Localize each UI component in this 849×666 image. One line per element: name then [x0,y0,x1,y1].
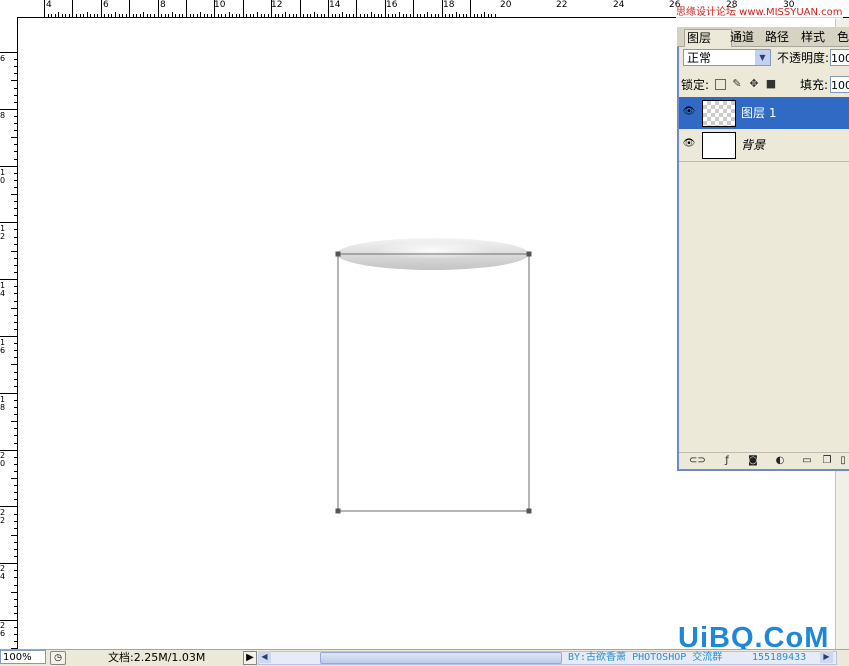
new-group-icon[interactable]: ▭ [800,455,814,467]
ruler-label: 14 [0,281,6,298]
author-credit: BY:古欲香萧 PHOTOSHOP 交流群 [568,652,723,663]
scroll-thumb[interactable] [320,652,562,664]
ruler-label: 12 [0,224,6,241]
tab-color[interactable]: 色 [835,29,849,46]
layer-row-selected[interactable]: 👁 图层 1 [679,97,849,130]
link-icon[interactable]: ⊂⊃ [689,455,706,467]
scroll-right-icon[interactable]: ▶ [820,651,833,663]
fill-input[interactable]: 100 [830,76,849,93]
tab-channels[interactable]: 通道 [728,29,756,46]
ruler-label: 10 [0,168,6,185]
ruler-label: 12 [271,0,283,10]
transform-handle [335,508,341,514]
ruler-label: 6 [103,0,109,10]
ruler-label: 8 [160,0,166,10]
ruler-label: 18 [443,0,455,10]
scroll-left-icon[interactable]: ◀ [258,651,271,663]
document-size-info: 文档:2.25M/1.03M [108,651,206,664]
ruler-label: 20 [0,451,6,468]
ruler-label: 10 [214,0,226,10]
brush-icon[interactable]: ✎ [731,78,743,90]
layer-name: 背景 [741,138,766,152]
trash-icon[interactable]: ▯ [836,455,849,467]
layers-panel [677,27,849,471]
mask-icon[interactable]: ◙ [746,455,760,467]
ruler-label: 24 [613,0,625,10]
opacity-input[interactable]: 100 [830,49,849,66]
layer-name: 图层 1 [741,106,777,120]
ruler-label: 24 [0,564,6,581]
opacity-label: 不透明度: [777,51,830,65]
status-menu-arrow-icon[interactable]: ▶ [243,651,257,665]
tab-layers[interactable]: 图层 [684,29,732,47]
ellipse-highlight [373,242,493,260]
layer-row[interactable]: 👁 背景 [679,129,849,162]
transform-handle [526,251,532,257]
transform-bounding-box [337,253,530,512]
ruler-label: 16 [0,338,6,355]
eye-icon[interactable]: 👁 [682,106,696,118]
adjustment-icon[interactable]: ◐ [773,455,787,467]
new-layer-icon[interactable]: ❐ [820,455,834,467]
left-ruler[interactable]: 6 8 10 12 14 16 18 20 22 24 26 [0,17,18,649]
eye-icon[interactable]: 👁 [682,138,696,150]
site-watermark: 思缘设计论坛 www.MISSYUAN.com [676,7,843,19]
chevron-down-icon[interactable]: ▼ [755,50,770,65]
ruler-label: 22 [0,508,6,525]
ruler-label: 8 [0,111,6,120]
clock-icon[interactable]: ◷ [50,651,66,665]
lock-label: 锁定: [681,78,710,92]
ruler-label: 16 [386,0,398,10]
move-icon[interactable]: ✥ [748,78,760,90]
ruler-label: 22 [556,0,568,10]
transform-handle [335,251,341,257]
zoom-field[interactable]: 100% [0,650,46,664]
group-number: 155189433 [752,652,807,663]
layer-thumbnail [702,100,736,127]
lock-icon[interactable]: ■ [765,78,777,90]
fill-label: 填充: [800,78,829,92]
lock-transparency-icon[interactable] [715,79,726,90]
transform-handle [526,508,532,514]
ruler-label: 26 [0,621,6,638]
ruler-label: 4 [46,0,52,10]
tab-styles[interactable]: 样式 [799,29,827,46]
ruler-label: 14 [329,0,341,10]
layer-style-icon[interactable]: ƒ [720,455,734,467]
ruler-label: 20 [500,0,512,10]
ruler-label: 6 [0,54,6,63]
layer-thumbnail [702,132,736,159]
tab-paths[interactable]: 路径 [763,29,791,46]
ruler-label: 18 [0,395,6,412]
